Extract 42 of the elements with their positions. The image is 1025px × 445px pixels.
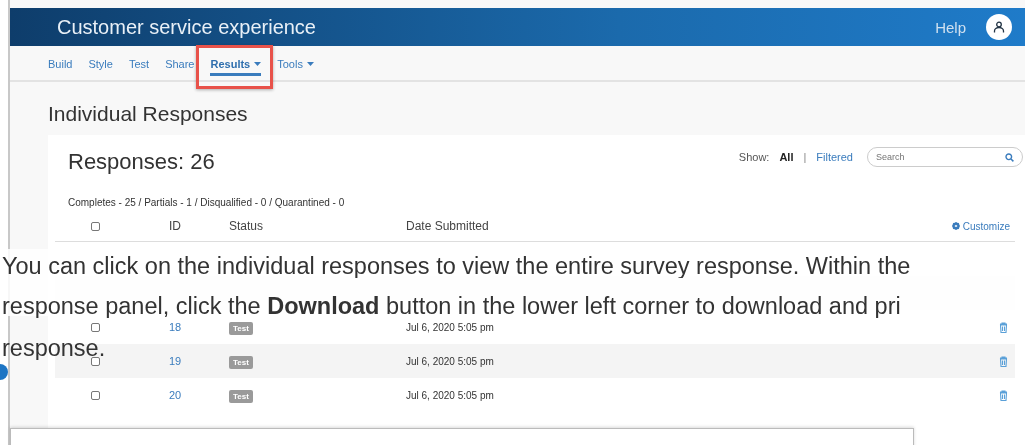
row-checkbox[interactable] [90,390,100,400]
separator: | [803,151,807,163]
response-id-link[interactable]: 20 [168,389,182,401]
show-label: Show: [738,151,770,163]
help-link[interactable]: Help [935,18,966,36]
customize-link[interactable]: Customize [951,220,1015,232]
nav-tab[interactable]: Share [165,52,195,76]
caption-line: You can click on the individual responses to view the entire survey response. Within the [2,254,911,278]
trash-icon[interactable] [999,355,1008,367]
status-tag: Test [229,355,253,369]
caption-line: response. [2,336,106,360]
trash-icon[interactable] [999,321,1008,333]
date-cell-text: Jul 6, 2020 5:05 pm [405,321,495,333]
trash-icon[interactable] [999,389,1008,401]
responses-count: Responses: 26 [68,149,216,175]
filter-link[interactable]: All [779,151,794,163]
nav-tab[interactable]: Tools [277,52,314,76]
badge-icon [0,364,8,380]
date-cell-text: Jul 6, 2020 5:05 pm [405,389,495,401]
response-summary: Completes - 25 / Partials - 1 / Disqualified - 0 / Quarantined - 0 [68,197,346,208]
nav-tab[interactable]: Style [88,52,113,76]
nav-tab[interactable]: Build [48,52,73,76]
row-checkbox[interactable] [90,322,100,332]
search-icon[interactable] [1005,153,1014,162]
status-tag: Test [229,389,253,403]
column-header: ID [169,219,181,233]
select-all-checkbox[interactable] [90,221,100,231]
caption-line: response panel, click the Download button in the lower left corner to download and pri [2,294,901,318]
search-field[interactable]: Search [867,147,1023,167]
filter-link[interactable]: Filtered [816,151,853,163]
user-avatar-icon[interactable] [986,14,1012,40]
gear-icon [951,222,960,230]
date-cell-text: Jul 6, 2020 5:05 pm [405,355,495,367]
page-heading: Individual Responses [48,102,249,126]
survey-title: Customer service experience [57,15,317,39]
response-id-link[interactable]: 19 [168,355,182,367]
response-id-link[interactable]: 18 [168,321,182,333]
column-header: Status [228,219,265,233]
nav-tab[interactable]: Test [128,52,150,76]
nav-tab[interactable]: Results [210,52,262,76]
status-tag: Test [229,321,253,335]
column-header: Date Submitted [405,219,490,233]
